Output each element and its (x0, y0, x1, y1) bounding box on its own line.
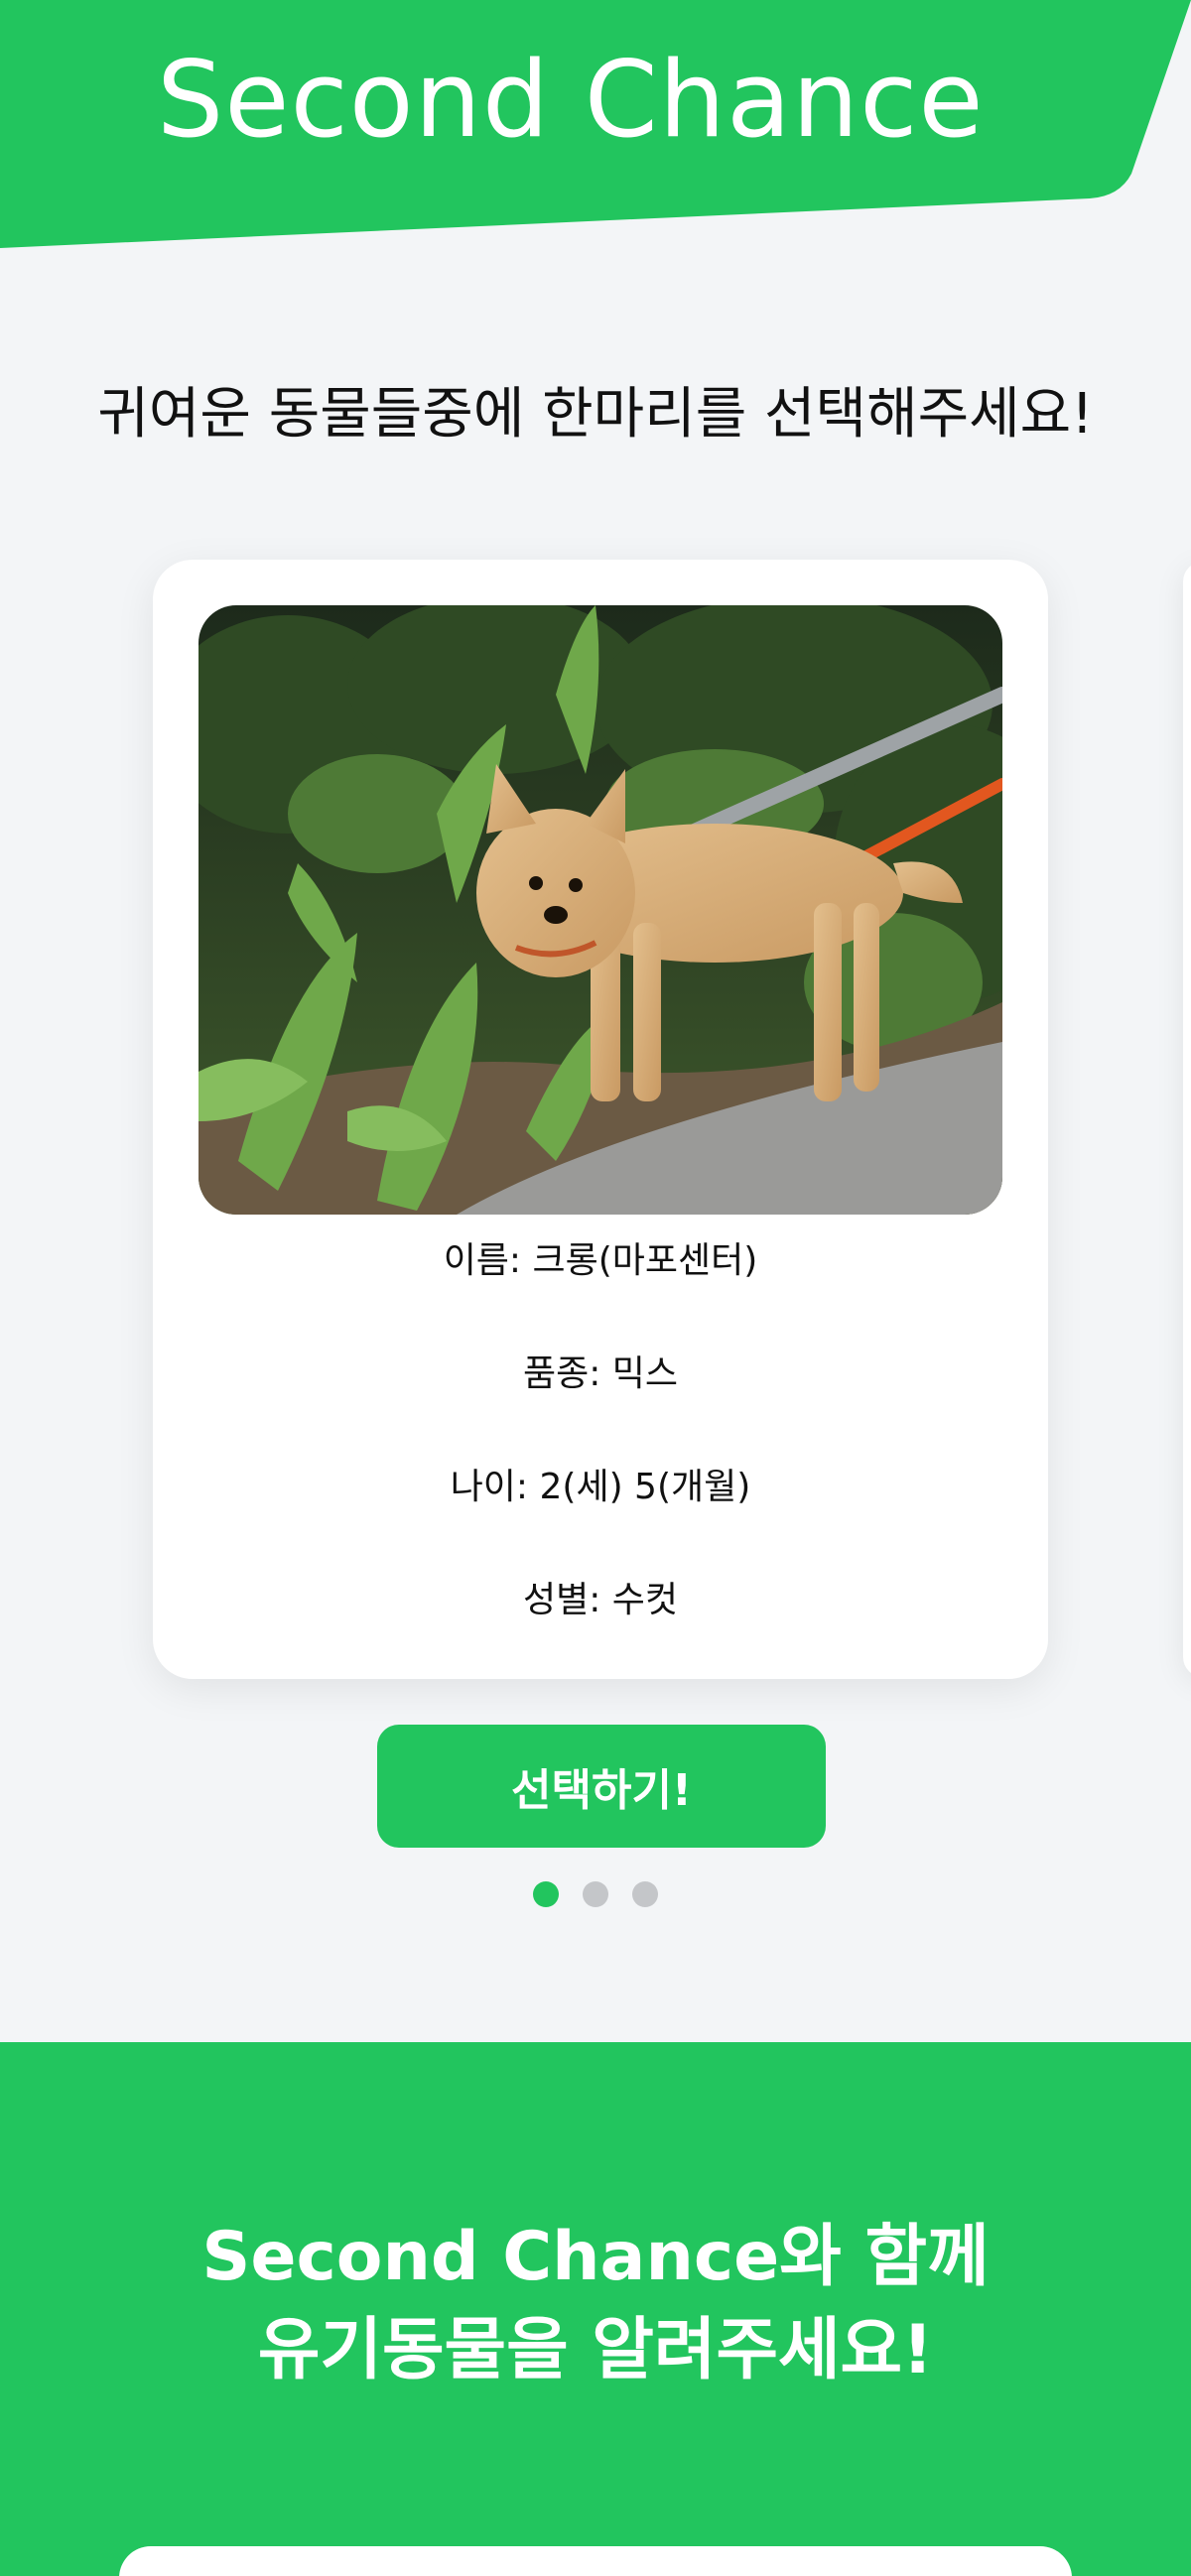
pagination-dot-1[interactable] (533, 1881, 559, 1907)
promo-section: Second Chance와 함께 유기동물을 알려주세요! (0, 2042, 1191, 2576)
animal-sex: 성별: 수컷 (522, 1580, 679, 1620)
dog-photo (198, 605, 1002, 1215)
select-button[interactable]: 선택하기! (377, 1725, 826, 1848)
animal-name: 이름: 크롱(마포센터) (443, 1240, 758, 1281)
pagination-dot-2[interactable] (583, 1881, 608, 1907)
animal-card[interactable]: 이름: 크롱(마포센터) 품종: 믹스 나이: 2(세) 5(개월) 성별: 수… (153, 560, 1048, 1679)
promo-line-2: 유기동물을 알려주세요! (257, 2311, 934, 2389)
next-animal-card[interactable] (1183, 562, 1191, 1677)
animal-breed: 품종: 믹스 (522, 1353, 679, 1394)
bottom-card[interactable] (119, 2546, 1072, 2576)
pagination-dot-3[interactable] (632, 1881, 658, 1907)
page: Second Chance 귀여운 동물들중에 한마리를 선택해주세요! 이름:… (0, 0, 1191, 2576)
carousel-pagination (0, 1881, 1191, 1907)
animal-age: 나이: 2(세) 5(개월) (450, 1467, 751, 1507)
promo-text: Second Chance와 함께 유기동물을 알려주세요! (0, 2211, 1191, 2397)
app-title[interactable]: Second Chance (157, 48, 985, 153)
instruction-heading: 귀여운 동물들중에 한마리를 선택해주세요! (97, 382, 1094, 447)
promo-line-1: Second Chance와 함께 (201, 2218, 990, 2296)
